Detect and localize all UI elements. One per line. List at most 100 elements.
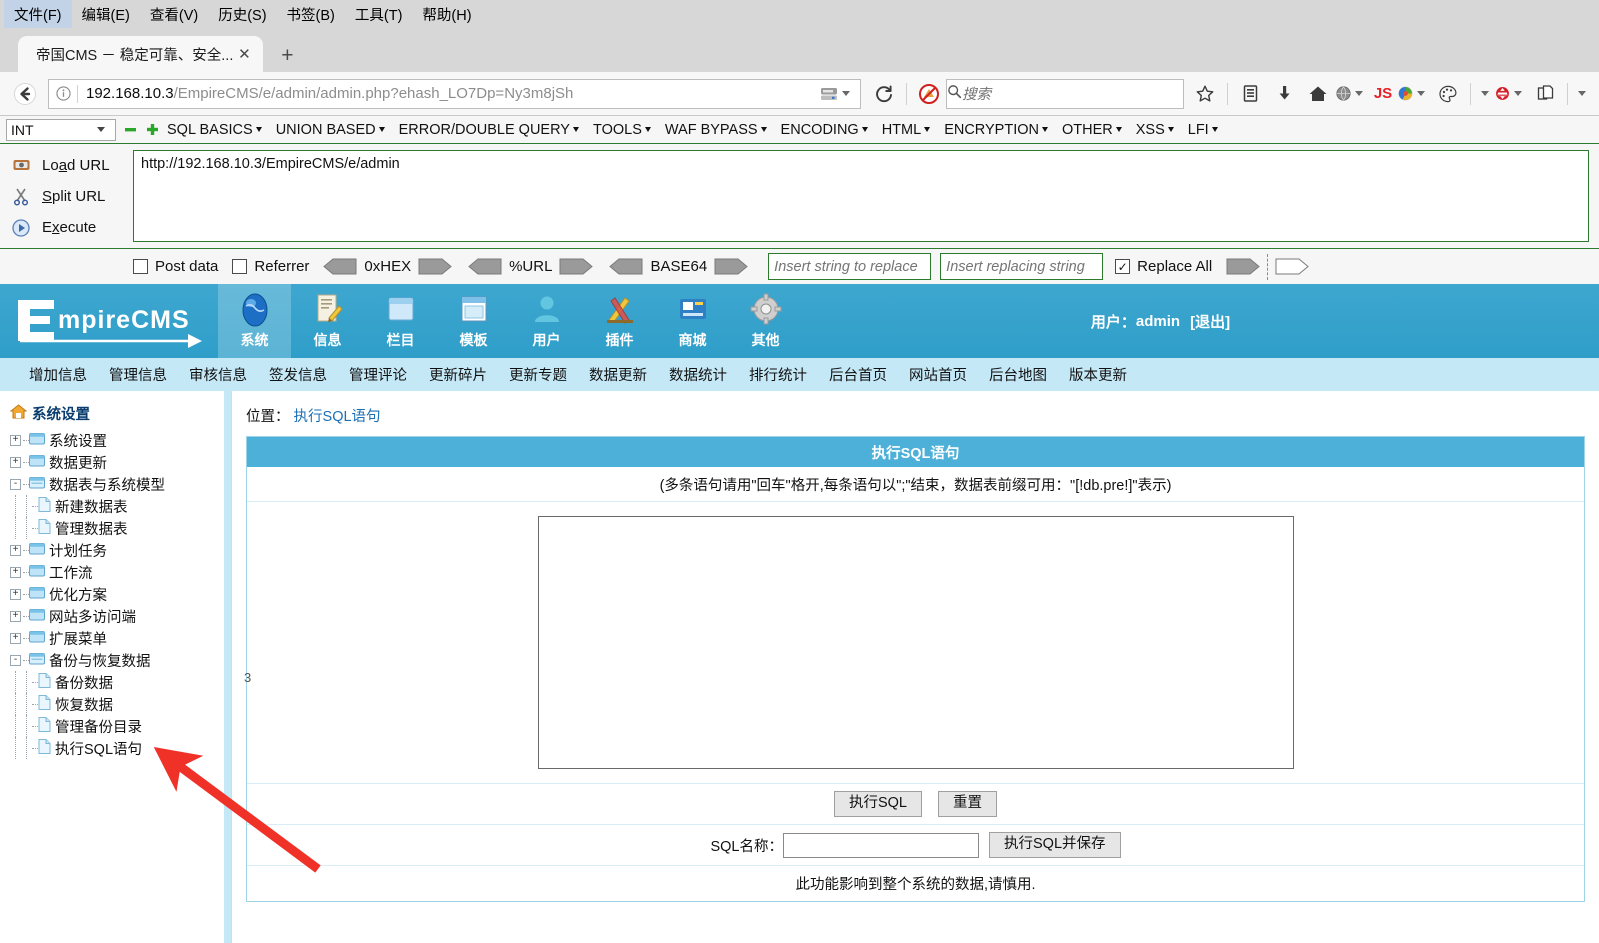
subnav-admin-home[interactable]: 后台首页 <box>818 364 898 385</box>
block-script-icon[interactable] <box>912 78 946 110</box>
subnav-add-info[interactable]: 增加信息 <box>18 364 98 385</box>
browser-tab[interactable]: 帝国CMS － 稳定可靠、安全... ✕ <box>18 36 264 72</box>
replace-apply-icon[interactable] <box>1226 258 1260 275</box>
hb-menu-xss[interactable]: XSS <box>1129 122 1181 138</box>
post-data-checkbox[interactable] <box>133 259 148 274</box>
tree-node[interactable]: + 系统设置 <box>10 429 224 451</box>
hex-encode-icon[interactable] <box>418 258 452 275</box>
identity-icon[interactable] <box>815 85 860 103</box>
tree-toggle-icon[interactable]: - <box>10 654 21 666</box>
replace-from-input[interactable]: Insert string to replace <box>768 253 932 280</box>
hb-menu-lfi[interactable]: LFI <box>1181 122 1225 138</box>
replace-all-checkbox[interactable] <box>1115 259 1131 274</box>
tree-node[interactable]: + 工作流 <box>10 561 224 583</box>
url-encode-icon[interactable] <box>559 258 594 275</box>
tree-node[interactable]: 备份数据 <box>10 671 224 693</box>
url-textarea[interactable]: http://192.168.10.3/EmpireCMS/e/admin <box>133 150 1589 242</box>
breadcrumb-link[interactable]: 执行SQL语句 <box>294 409 381 425</box>
reload-icon[interactable] <box>867 78 901 110</box>
base64-encode-icon[interactable] <box>714 258 748 275</box>
extra-apply-icon[interactable] <box>1275 258 1309 275</box>
bookmark-star-icon[interactable] <box>1188 78 1222 110</box>
sidebar-resizer[interactable] <box>224 391 231 943</box>
replace-to-input[interactable]: Insert replacing string <box>940 253 1104 280</box>
chevron-down-icon[interactable] <box>1514 91 1522 96</box>
menu-history[interactable]: 历史(S) <box>208 0 276 29</box>
subnav-manage-comment[interactable]: 管理评论 <box>338 364 418 385</box>
url-bar[interactable]: 192.168.10.3/EmpireCMS/e/admin/admin.php… <box>48 78 861 109</box>
chevron-down-icon[interactable] <box>1355 91 1363 96</box>
load-url-button[interactable]: Load URL <box>0 150 133 181</box>
menu-tools[interactable]: 工具(T) <box>345 0 413 29</box>
tree-node[interactable]: + 扩展菜单 <box>10 627 224 649</box>
subnav-version-update[interactable]: 版本更新 <box>1058 364 1138 385</box>
url-decode-icon[interactable] <box>468 258 502 275</box>
js-badge-icon[interactable]: JS <box>1369 78 1397 110</box>
copy-pages-icon[interactable] <box>1528 78 1562 110</box>
tree-node[interactable]: 新建数据表 <box>10 495 224 517</box>
hb-menu-html[interactable]: HTML <box>875 122 937 138</box>
tree-node[interactable]: 恢复数据 <box>10 693 224 715</box>
menu-file[interactable]: 文件(F) <box>4 0 72 29</box>
hb-menu-encryption[interactable]: ENCRYPTION <box>937 122 1055 138</box>
topnav-mall[interactable]: 商城 <box>656 284 729 358</box>
topnav-info[interactable]: 信息 <box>291 284 364 358</box>
hb-menu-waf-bypass[interactable]: WAF BYPASS <box>658 122 774 138</box>
tree-toggle-icon[interactable]: + <box>10 610 21 622</box>
colorzilla-icon[interactable] <box>1397 78 1431 110</box>
hb-menu-encoding[interactable]: ENCODING <box>774 122 875 138</box>
hb-menu-sql-basics[interactable]: SQL BASICS <box>160 122 269 138</box>
globe-addon-icon[interactable] <box>1335 78 1369 110</box>
subnav-manage-info[interactable]: 管理信息 <box>98 364 178 385</box>
subnav-rank-stats[interactable]: 排行统计 <box>738 364 818 385</box>
tree-node[interactable]: + 数据更新 <box>10 451 224 473</box>
tree-node[interactable]: 管理备份目录 <box>10 715 224 737</box>
subnav-audit-info[interactable]: 审核信息 <box>178 364 258 385</box>
menu-edit[interactable]: 编辑(E) <box>72 0 140 29</box>
subnav-data-update[interactable]: 数据更新 <box>578 364 658 385</box>
overflow-menu-icon[interactable] <box>1573 78 1591 110</box>
subnav-admin-map[interactable]: 后台地图 <box>978 364 1058 385</box>
hex-decode-icon[interactable] <box>323 258 357 275</box>
subnav-publish-info[interactable]: 签发信息 <box>258 364 338 385</box>
menu-bookmarks[interactable]: 书签(B) <box>277 0 345 29</box>
subnav-site-home[interactable]: 网站首页 <box>898 364 978 385</box>
back-icon[interactable] <box>8 78 42 110</box>
topnav-template[interactable]: 模板 <box>437 284 510 358</box>
subnav-update-topic[interactable]: 更新专题 <box>498 364 578 385</box>
sql-textarea[interactable] <box>537 516 1294 769</box>
tree-node[interactable]: - 数据表与系统模型 <box>10 473 224 495</box>
topnav-system[interactable]: 系统 <box>218 284 291 358</box>
exec-save-button[interactable]: 执行SQL并保存 <box>989 832 1121 858</box>
type-select[interactable]: INT <box>6 118 116 141</box>
tree-node[interactable]: + 网站多访问端 <box>10 605 224 627</box>
tree-toggle-icon[interactable]: + <box>10 632 21 644</box>
home-icon[interactable] <box>1301 78 1335 110</box>
hb-menu-error-double[interactable]: ERROR/DOUBLE QUERY <box>392 122 586 138</box>
hb-menu-union-based[interactable]: UNION BASED <box>269 122 392 138</box>
split-url-button[interactable]: Split URL <box>0 181 133 212</box>
search-input[interactable]: 搜索 <box>962 83 991 104</box>
tree-node[interactable]: + 优化方案 <box>10 583 224 605</box>
remove-icon[interactable] <box>123 122 138 137</box>
topnav-plugin[interactable]: 插件 <box>583 284 656 358</box>
subnav-data-stats[interactable]: 数据统计 <box>658 364 738 385</box>
topnav-user[interactable]: 用户 <box>510 284 583 358</box>
reset-button[interactable]: 重置 <box>938 791 997 817</box>
menu-view[interactable]: 查看(V) <box>140 0 208 29</box>
hackbar-icon[interactable] <box>1494 78 1528 110</box>
base64-decode-icon[interactable] <box>609 258 643 275</box>
tree-node[interactable]: - 备份与恢复数据 <box>10 649 224 671</box>
topnav-column[interactable]: 栏目 <box>364 284 437 358</box>
empire-logo[interactable]: mpireCMS <box>0 284 218 358</box>
tree-toggle-icon[interactable]: + <box>10 566 21 578</box>
library-icon[interactable] <box>1233 78 1267 110</box>
tree-toggle-icon[interactable]: + <box>10 588 21 600</box>
execute-button[interactable]: Execute <box>0 212 133 243</box>
subnav-update-fragment[interactable]: 更新碎片 <box>418 364 498 385</box>
referrer-checkbox[interactable] <box>232 259 248 274</box>
info-icon[interactable] <box>49 86 77 101</box>
add-icon[interactable] <box>145 122 160 137</box>
tree-node[interactable]: 执行SQL语句 <box>10 737 224 759</box>
tree-toggle-icon[interactable]: + <box>10 434 21 446</box>
